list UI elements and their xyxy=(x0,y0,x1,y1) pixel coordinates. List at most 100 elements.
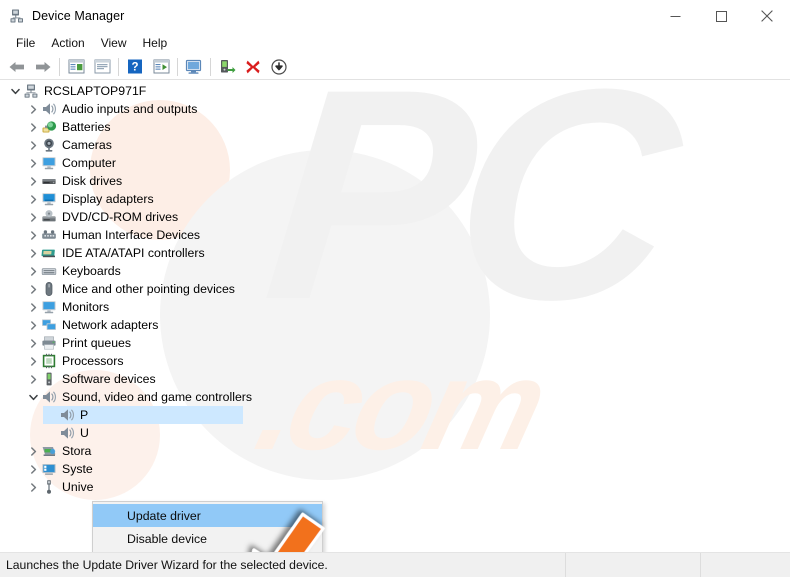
tree-item[interactable]: Audio inputs and outputs xyxy=(0,100,790,118)
tree-item[interactable]: Print queues xyxy=(0,334,790,352)
tree-item[interactable]: Batteries xyxy=(0,118,790,136)
tree-item[interactable]: Computer xyxy=(0,154,790,172)
tree-item[interactable]: DVD/CD-ROM drives xyxy=(0,208,790,226)
chevron-right-icon[interactable] xyxy=(25,118,41,136)
chevron-right-icon[interactable] xyxy=(25,280,41,298)
menu-help[interactable]: Help xyxy=(135,35,176,52)
tree-item[interactable]: Sound, video and game controllers xyxy=(0,388,790,406)
chevron-right-icon[interactable] xyxy=(25,316,41,334)
tree-item[interactable]: Stora xyxy=(0,442,790,460)
tree-item-label: Processors xyxy=(62,353,124,368)
tree-item-label: Cameras xyxy=(62,137,112,152)
tree-item[interactable]: Human Interface Devices xyxy=(0,226,790,244)
chevron-right-icon[interactable] xyxy=(25,190,41,208)
chevron-down-icon[interactable] xyxy=(7,82,23,100)
forward-icon[interactable] xyxy=(31,56,55,78)
tree-item[interactable]: Mice and other pointing devices xyxy=(0,280,790,298)
device-manager-window: Device Manager File Action View Help ? P… xyxy=(0,0,790,577)
chevron-right-icon[interactable] xyxy=(25,226,41,244)
close-button[interactable] xyxy=(744,0,790,32)
speaker-icon xyxy=(41,389,57,405)
chevron-right-icon[interactable] xyxy=(25,478,41,496)
chevron-placeholder xyxy=(43,424,59,442)
context-menu-item[interactable]: Disable device xyxy=(93,527,322,550)
menu-view[interactable]: View xyxy=(93,35,135,52)
back-icon[interactable] xyxy=(5,56,29,78)
properties-icon[interactable] xyxy=(90,56,114,78)
device-tree: RCSLAPTOP971F Audio inputs and outputs Bat… xyxy=(0,80,790,552)
display-adapter-icon xyxy=(41,191,57,207)
tree-item[interactable]: IDE ATA/ATAPI controllers xyxy=(0,244,790,262)
chevron-right-icon[interactable] xyxy=(25,136,41,154)
tree-item[interactable]: Disk drives xyxy=(0,172,790,190)
context-menu-item-label: Disable device xyxy=(127,531,207,546)
toolbar-separator xyxy=(118,57,119,76)
monitor-icon xyxy=(41,155,57,171)
dvd-drive-icon xyxy=(41,209,57,225)
chevron-right-icon[interactable] xyxy=(25,298,41,316)
tree-item[interactable]: Network adapters xyxy=(0,316,790,334)
tree-item[interactable]: Unive xyxy=(0,478,790,496)
tree-item[interactable]: Cameras xyxy=(0,136,790,154)
device-manager-icon xyxy=(9,8,25,24)
tree-item-label: Monitors xyxy=(62,299,110,314)
tree-item[interactable]: Processors xyxy=(0,352,790,370)
minimize-button[interactable] xyxy=(652,0,698,32)
tree-item[interactable]: Monitors xyxy=(0,298,790,316)
hid-icon xyxy=(41,227,57,243)
tree-item[interactable]: Display adapters xyxy=(0,190,790,208)
storage-controller-icon xyxy=(41,443,57,459)
chevron-right-icon[interactable] xyxy=(25,244,41,262)
tree-item-label: Audio inputs and outputs xyxy=(62,101,198,116)
chevron-right-icon[interactable] xyxy=(25,442,41,460)
chevron-down-icon[interactable] xyxy=(25,388,41,406)
speaker-icon xyxy=(59,407,75,423)
mouse-icon xyxy=(41,281,57,297)
chevron-right-icon[interactable] xyxy=(25,334,41,352)
status-bar-pane-1 xyxy=(565,552,700,577)
menu-file[interactable]: File xyxy=(8,35,43,52)
usb-controller-icon xyxy=(41,479,57,495)
chevron-right-icon[interactable] xyxy=(25,370,41,388)
chevron-right-icon[interactable] xyxy=(25,208,41,226)
tree-item[interactable]: Keyboards xyxy=(0,262,790,280)
tree-item[interactable]: Syste xyxy=(0,460,790,478)
tree-item-label: Sound, video and game controllers xyxy=(62,389,253,404)
system-device-icon xyxy=(41,461,57,477)
disk-drive-icon xyxy=(41,173,57,189)
tree-item-label: Unive xyxy=(62,479,94,494)
help-icon[interactable]: ? xyxy=(123,56,147,78)
window-controls xyxy=(652,0,790,32)
tree-item-label: Syste xyxy=(62,461,93,476)
chevron-right-icon[interactable] xyxy=(25,100,41,118)
tree-item[interactable]: U xyxy=(0,424,790,442)
chevron-right-icon[interactable] xyxy=(25,262,41,280)
window-title: Device Manager xyxy=(32,9,125,23)
tree-root-item[interactable]: RCSLAPTOP971F xyxy=(0,82,790,100)
chevron-placeholder xyxy=(43,406,59,424)
toolbar-separator xyxy=(177,57,178,76)
tree-item-label: RCSLAPTOP971F xyxy=(44,83,147,98)
context-menu-item[interactable]: Update driver xyxy=(93,504,322,527)
tree-item[interactable]: P xyxy=(0,406,790,424)
chevron-right-icon[interactable] xyxy=(25,352,41,370)
tree-item-label: Disk drives xyxy=(62,173,123,188)
uninstall-device-icon[interactable] xyxy=(241,56,265,78)
chevron-right-icon[interactable] xyxy=(25,460,41,478)
update-driver-icon[interactable] xyxy=(215,56,239,78)
maximize-button[interactable] xyxy=(698,0,744,32)
battery-icon xyxy=(41,119,57,135)
speaker-icon xyxy=(41,101,57,117)
menu-action[interactable]: Action xyxy=(43,35,92,52)
chevron-right-icon[interactable] xyxy=(25,154,41,172)
disable-device-icon[interactable] xyxy=(267,56,291,78)
tree-item-label: Human Interface Devices xyxy=(62,227,201,242)
tree-item[interactable]: Software devices xyxy=(0,370,790,388)
scan-for-hardware-changes-icon[interactable] xyxy=(182,56,206,78)
device-tree-panel: PC .com RCSLAPTOP971F Audio inputs and ou… xyxy=(0,80,790,552)
status-bar-pane-2 xyxy=(700,552,790,577)
show-hide-console-tree-icon[interactable] xyxy=(64,56,88,78)
action-icon[interactable] xyxy=(149,56,173,78)
software-device-icon xyxy=(41,371,57,387)
chevron-right-icon[interactable] xyxy=(25,172,41,190)
